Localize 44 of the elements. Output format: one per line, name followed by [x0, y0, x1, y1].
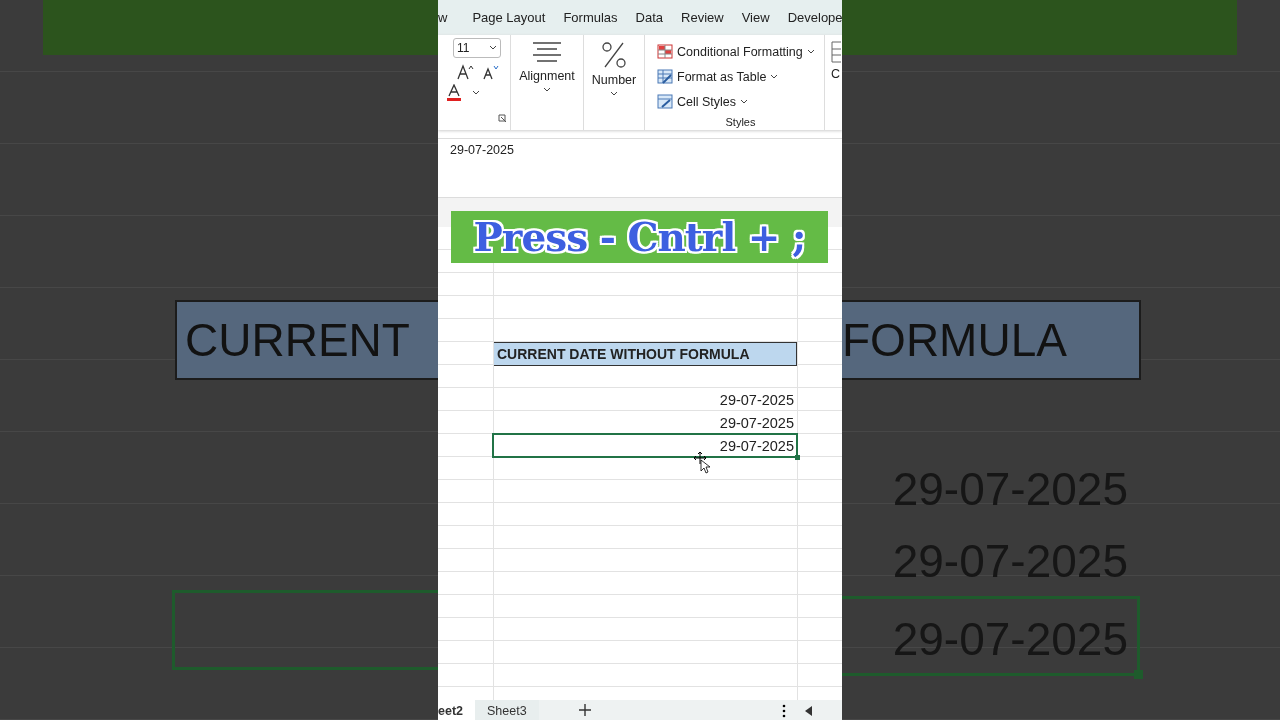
ribbon-command[interactable]: Cell Styles: [657, 89, 749, 114]
chevron-down-icon: [806, 48, 815, 55]
ribbon-tab[interactable]: Review: [672, 10, 733, 25]
cursor-icon: [693, 451, 711, 475]
ribbon-tab[interactable]: w: [438, 10, 464, 25]
more-options-icon[interactable]: [782, 704, 786, 718]
ribbon-command[interactable]: Format as Table: [657, 64, 779, 89]
ribbon-tab[interactable]: View: [732, 10, 779, 25]
chevron-down-icon[interactable]: [472, 90, 480, 96]
sheet-tab[interactable]: eet2: [438, 700, 476, 720]
chevron-down-icon: [489, 45, 497, 51]
table-icon[interactable]: [831, 41, 841, 63]
header-cell: FORMULA: [842, 300, 1141, 380]
scroll-left-icon[interactable]: [804, 705, 814, 717]
chevron-down-icon[interactable]: [543, 87, 551, 93]
conditional-formatting-icon: [657, 44, 673, 59]
caption-banner: Press - Cntrl + ;: [451, 211, 828, 263]
ribbon-command[interactable]: Conditional Formatting: [657, 39, 815, 64]
increase-font-icon[interactable]: [456, 64, 474, 80]
date-cell[interactable]: 29-07-2025: [493, 388, 797, 411]
sheet-tab[interactable]: Sheet3: [475, 700, 539, 720]
font-size-dropdown[interactable]: 11: [453, 38, 501, 58]
date-cell[interactable]: 29-07-2025: [493, 434, 797, 457]
table-icon: [657, 69, 673, 84]
font-color-icon[interactable]: [446, 84, 462, 102]
chevron-down-icon: [740, 98, 749, 105]
header-cell: CURRENT: [175, 300, 438, 380]
ribbon-tab[interactable]: Formulas: [554, 10, 627, 25]
ribbon-tab[interactable]: Data: [626, 10, 673, 25]
percent-icon[interactable]: [601, 41, 627, 69]
decrease-font-icon[interactable]: [482, 64, 500, 80]
chevron-down-icon: [770, 73, 779, 80]
ribbon-tab[interactable]: Page Layout: [463, 10, 555, 25]
chevron-down-icon[interactable]: [610, 91, 618, 97]
cell-styles-icon: [657, 94, 673, 109]
ribbon-label[interactable]: C: [831, 67, 841, 81]
ribbon-tab[interactable]: Develope: [778, 10, 842, 25]
header-cell: CURRENT DATE WITHOUT FORMULA: [493, 342, 797, 366]
alignment-label[interactable]: Alignment: [519, 69, 575, 83]
align-center-icon[interactable]: [532, 41, 562, 65]
group-label: Styles: [725, 116, 756, 128]
date-cell[interactable]: 29-07-2025: [493, 411, 797, 434]
dialog-launcher-icon[interactable]: [498, 114, 507, 123]
number-label[interactable]: Number: [591, 73, 637, 87]
